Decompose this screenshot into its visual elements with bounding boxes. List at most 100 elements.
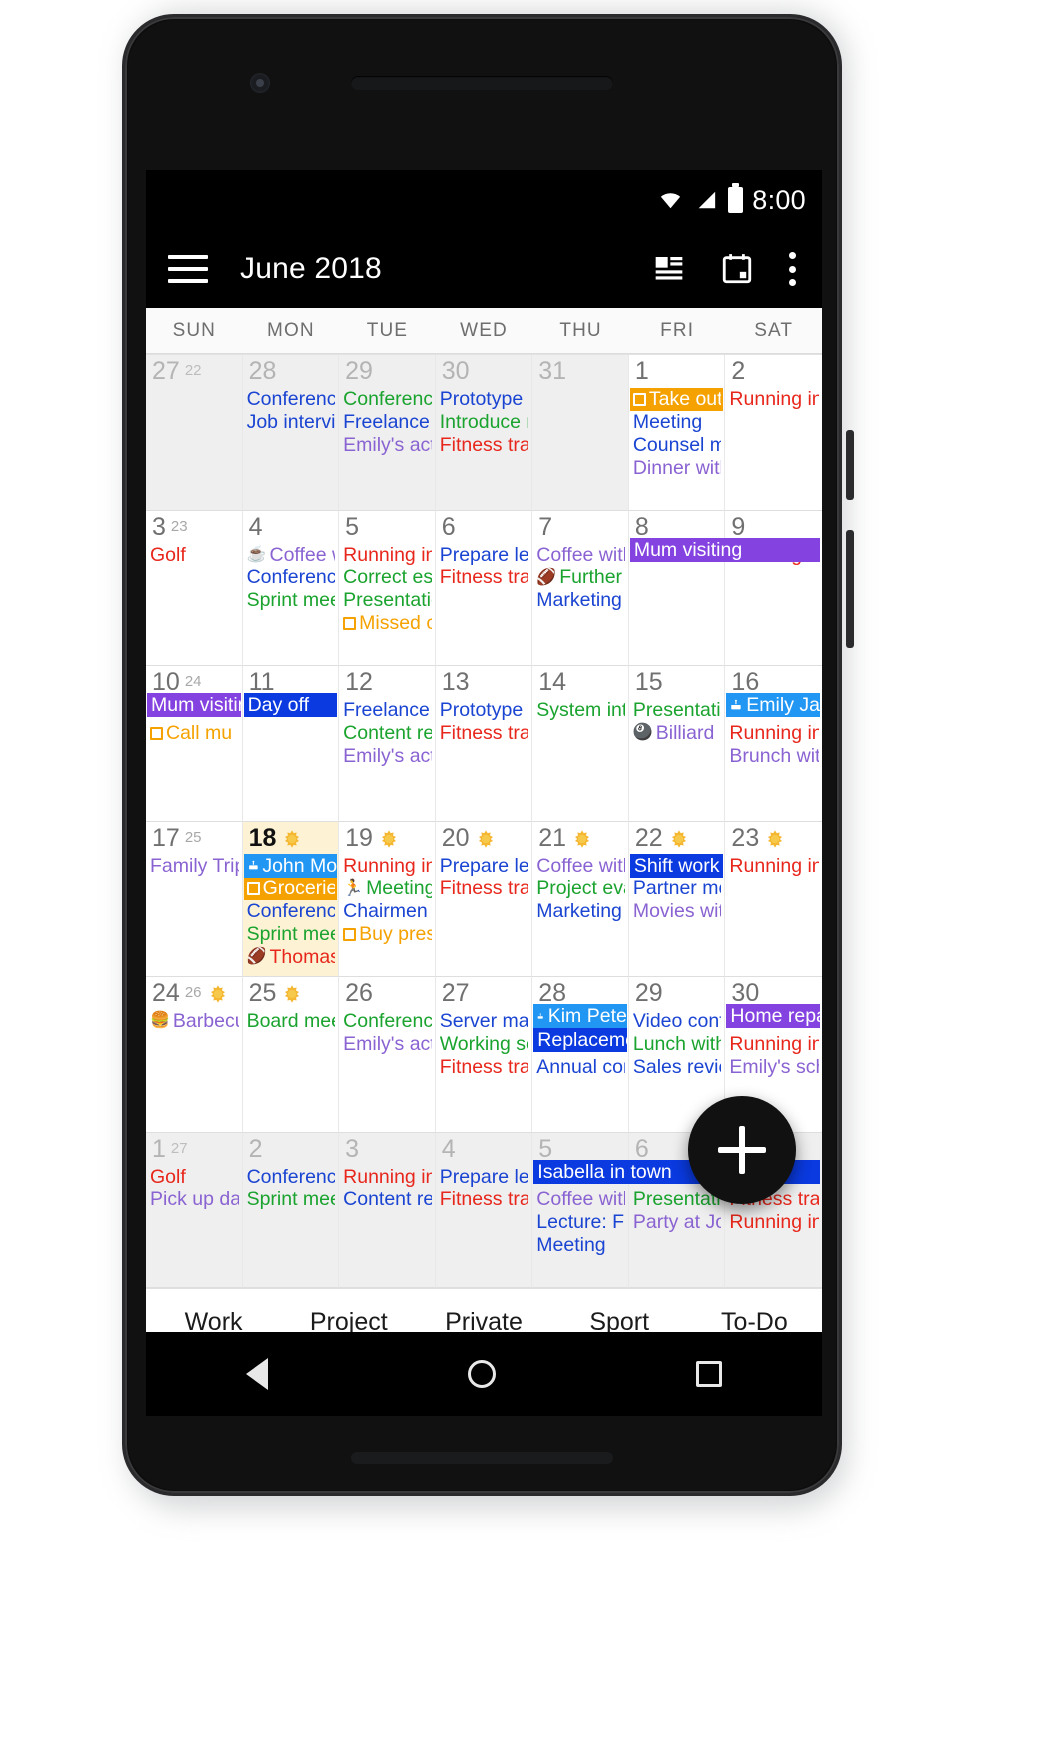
calendar-event[interactable]: Meeting xyxy=(533,1234,627,1257)
calendar-event[interactable]: Marketing xyxy=(533,589,627,612)
calendar-event[interactable]: Annual con xyxy=(533,1056,627,1079)
calendar-event[interactable]: Emily's sch xyxy=(726,1056,821,1079)
calendar-event[interactable]: Running in t xyxy=(726,1033,821,1056)
calendar-event[interactable]: Emily's acti xyxy=(340,1033,434,1056)
multi-day-event-bar[interactable]: Mum visiting xyxy=(629,537,820,562)
calendar-event[interactable]: Fitness trai xyxy=(437,434,531,457)
calendar-event[interactable]: Buy pres xyxy=(340,923,434,946)
calendar-event[interactable]: Conference xyxy=(244,388,338,411)
calendar-event[interactable]: Running in t xyxy=(340,544,434,567)
multi-day-event-bar[interactable]: Emily Ja xyxy=(726,693,820,717)
calendar-event[interactable]: Prepare lec xyxy=(437,544,531,567)
calendar-event[interactable]: Fitness trai xyxy=(437,722,531,745)
overflow-menu-icon[interactable] xyxy=(788,252,796,286)
calendar-event[interactable]: Lunch with xyxy=(630,1033,724,1056)
calendar-event[interactable]: 🎱 Billiard xyxy=(630,722,724,745)
calendar-day-cell[interactable]: 25 Board meet xyxy=(242,977,340,1133)
calendar-event[interactable]: Golf xyxy=(147,544,241,567)
calendar-event[interactable]: Job intervie xyxy=(244,411,338,434)
calendar-event[interactable]: Coffee with xyxy=(533,855,627,878)
multi-day-event-bar[interactable]: Kim Pete xyxy=(533,1004,627,1028)
calendar-day-cell[interactable]: 3 Running in tContent rev xyxy=(339,1132,436,1288)
agenda-view-icon[interactable] xyxy=(652,253,686,285)
calendar-event[interactable]: Movies wit xyxy=(630,900,724,923)
recents-icon[interactable] xyxy=(696,1361,722,1387)
calendar-event[interactable]: Server mai xyxy=(437,1010,531,1033)
calendar-event[interactable]: Chairmen b xyxy=(340,900,434,923)
calendar-day-cell[interactable]: 20 Prepare lecFitness trai xyxy=(435,821,533,977)
calendar-event[interactable]: Missed c xyxy=(340,612,434,635)
calendar-event[interactable]: Sales revie xyxy=(630,1056,724,1079)
calendar-event[interactable]: 🍔Barbecue xyxy=(147,1010,241,1033)
calendar-event[interactable]: Presentatio xyxy=(630,699,724,722)
calendar-event[interactable]: 🏃 Meeting xyxy=(340,877,434,900)
calendar-event[interactable]: Brunch with xyxy=(726,745,821,768)
calendar-event[interactable]: Content rev xyxy=(340,722,434,745)
calendar-event[interactable]: Running in t xyxy=(726,1211,821,1234)
calendar-event[interactable]: Running in t xyxy=(726,855,821,878)
calendar-event[interactable]: Sprint meet xyxy=(244,1188,338,1211)
calendar-day-cell[interactable]: 6 Prepare lecFitness trai xyxy=(435,510,533,666)
hamburger-menu-icon[interactable] xyxy=(168,255,208,283)
multi-day-event-bar[interactable]: Shift work xyxy=(629,853,724,878)
calendar-event[interactable]: Marketing xyxy=(533,900,627,923)
power-button[interactable] xyxy=(846,430,854,500)
calendar-day-cell[interactable]: 31 xyxy=(532,355,629,511)
tab-project[interactable]: Project xyxy=(281,1289,416,1333)
calendar-event[interactable]: Conference xyxy=(244,900,338,923)
multi-day-event-bar[interactable]: Day off xyxy=(243,693,338,717)
calendar-day-cell[interactable]: 2426🍔Barbecue xyxy=(146,977,243,1133)
calendar-day-cell[interactable]: 9Running in t xyxy=(725,510,822,666)
calendar-event[interactable]: Running in t xyxy=(726,722,821,745)
calendar-event[interactable]: Conference xyxy=(340,1010,434,1033)
calendar-event[interactable]: Prototype t xyxy=(437,699,531,722)
multi-day-event-bar[interactable]: Replaceme xyxy=(533,1028,627,1052)
calendar-day-cell[interactable]: 10 24 Call mu xyxy=(146,666,243,822)
calendar-event[interactable]: Emily's acti xyxy=(340,745,434,768)
calendar-event[interactable]: Running in t xyxy=(340,1166,434,1189)
calendar-event[interactable]: Sprint meet xyxy=(244,589,338,612)
calendar-day-cell[interactable]: 21 Coffee with Project eva Marketing xyxy=(532,821,629,977)
calendar-event[interactable]: Prototype t xyxy=(437,388,531,411)
calendar-category-tabs[interactable]: Work Project Private Sport To-Do xyxy=(146,1288,822,1332)
calendar-day-cell[interactable]: 16 Running in tBrunch with xyxy=(725,666,822,822)
calendar-day-cell[interactable]: 8 xyxy=(628,510,726,666)
calendar-day-cell[interactable]: 27 Server mai Working se Fitness trai xyxy=(435,977,533,1133)
calendar-event[interactable]: Introduce n xyxy=(437,411,531,434)
calendar-day-cell[interactable]: 19Running in t🏃MeetingChairmen bBuy pres xyxy=(339,821,436,977)
calendar-event[interactable]: Content rev xyxy=(340,1188,434,1211)
calendar-event[interactable]: Pick up dad xyxy=(147,1188,241,1211)
calendar-event[interactable]: ☕Coffee wi xyxy=(244,544,338,567)
calendar-day-cell[interactable]: 11 xyxy=(242,666,340,822)
multi-day-event-bar[interactable]: Home repai xyxy=(726,1004,820,1028)
calendar-event[interactable]: System intr xyxy=(533,699,627,722)
calendar-event[interactable]: Prepare lec xyxy=(437,1166,531,1189)
calendar-day-cell[interactable]: 5 Running in tCorrect essPresentatioMisse… xyxy=(339,510,436,666)
tab-work[interactable]: Work xyxy=(146,1289,281,1333)
calendar-day-cell[interactable]: 26 ConferenceEmily's acti xyxy=(339,977,436,1133)
multi-day-event-bar[interactable]: Mum visitin xyxy=(147,693,241,717)
calendar-day-cell[interactable]: 14 System intr xyxy=(532,666,629,822)
calendar-day-cell[interactable]: 4 ☕Coffee wiConferenceSprint meet xyxy=(242,510,340,666)
add-event-button[interactable] xyxy=(688,1096,796,1204)
calendar-day-cell[interactable]: 13 Prototype t Fitness trai xyxy=(435,666,533,822)
calendar-day-cell[interactable]: 2 ConferenceSprint meet xyxy=(242,1132,340,1288)
checkbox-icon[interactable] xyxy=(246,882,260,896)
calendar-event[interactable]: 🏈Thomas' xyxy=(244,946,338,969)
calendar-event[interactable]: Running in t xyxy=(726,388,821,411)
back-icon[interactable] xyxy=(246,1358,268,1390)
calendar-event[interactable]: Fitness trai xyxy=(437,877,531,900)
calendar-day-cell[interactable]: 29 ConferenceFreelanceEmily's acti xyxy=(339,355,436,511)
calendar-event[interactable]: Coffee with xyxy=(533,544,627,567)
calendar-day-cell[interactable]: 22 Partner me Movies wit xyxy=(628,821,726,977)
calendar-day-cell[interactable]: 4 Prepare lecFitness trai xyxy=(435,1132,533,1288)
calendar-day-cell[interactable]: 17 25 Family Trip xyxy=(146,821,243,977)
calendar-event[interactable]: Project eva xyxy=(533,877,627,900)
tab-to-do[interactable]: To-Do xyxy=(687,1289,822,1333)
volume-button[interactable] xyxy=(846,530,854,648)
calendar-event[interactable]: Running in t xyxy=(340,855,434,878)
multi-day-event-bar[interactable]: John Mo xyxy=(243,853,338,878)
calendar-event[interactable]: Meeting xyxy=(630,411,724,434)
calendar-day-cell[interactable]: 30 Prototype t Introduce n Fitness trai xyxy=(435,355,533,511)
calendar-event[interactable]: Presentatio xyxy=(340,589,434,612)
